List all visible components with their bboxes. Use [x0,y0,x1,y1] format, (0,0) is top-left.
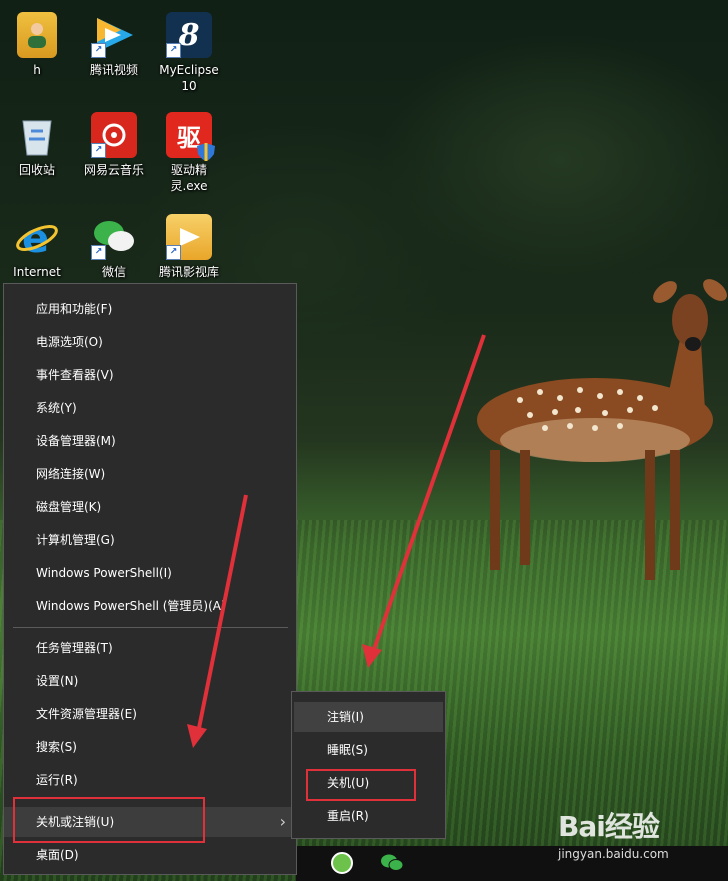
watermark-site: jingyan.baidu.com [558,847,669,861]
annotation-arrow-left [187,494,248,748]
annotation-arrows [187,334,486,748]
watermark-brand: Bai经验 [558,810,660,843]
annotation-arrow-right [362,334,486,668]
baidu-jingyan-watermark: Bai经验 jingyan.baidu.com [558,805,669,861]
